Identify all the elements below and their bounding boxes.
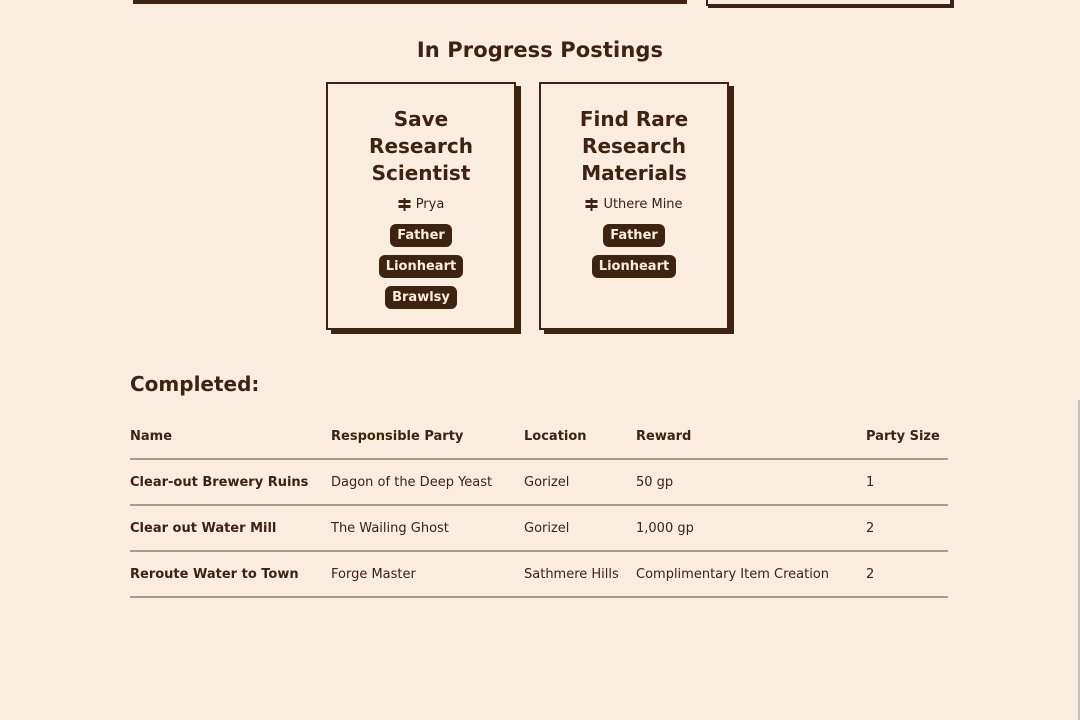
party-tag[interactable]: Brawlsy <box>385 286 457 309</box>
table-row: Reroute Water to Town Forge Master Sathm… <box>130 551 948 598</box>
cell-location: Gorizel <box>524 459 636 506</box>
table-row: Clear out Water Mill The Wailing Ghost G… <box>130 505 948 552</box>
cell-party-size: 2 <box>866 505 948 552</box>
posting-card-location: Uthere Mine <box>541 197 727 212</box>
cell-name: Reroute Water to Town <box>130 551 331 598</box>
cell-location: Gorizel <box>524 505 636 552</box>
completed-heading: Completed: <box>130 372 260 396</box>
posting-card-location: Prya <box>328 197 514 212</box>
cell-party-size: 2 <box>866 551 948 598</box>
column-header-responsible-party: Responsible Party <box>331 414 524 460</box>
page: In Progress Postings Save Research Scien… <box>0 0 1080 720</box>
previous-section-bottom-edge <box>133 0 687 4</box>
cell-reward: 1,000 gp <box>636 505 866 552</box>
cell-responsible-party: Dagon of the Deep Yeast <box>331 459 524 506</box>
party-tags: Father Lionheart Brawlsy <box>328 224 514 309</box>
posting-card-title: Save Research Scientist <box>369 107 473 185</box>
posting-card-save-research-scientist[interactable]: Save Research Scientist Prya Father Lion… <box>326 82 516 330</box>
table-header-row: Name Responsible Party Location Reward P… <box>130 414 948 460</box>
cell-reward: 50 gp <box>636 459 866 506</box>
cell-party-size: 1 <box>866 459 948 506</box>
column-header-location: Location <box>524 414 636 460</box>
party-tag[interactable]: Lionheart <box>591 255 677 278</box>
cell-location: Sathmere Hills <box>524 551 636 598</box>
previous-card-bottom-edge <box>706 0 952 6</box>
party-tag[interactable]: Father <box>390 224 452 247</box>
posting-card-location-label: Uthere Mine <box>603 197 683 212</box>
in-progress-heading: In Progress Postings <box>416 38 664 62</box>
column-header-reward: Reward <box>636 414 866 460</box>
cell-name: Clear-out Brewery Ruins <box>130 459 331 506</box>
cell-name: Clear out Water Mill <box>130 505 331 552</box>
signpost-icon <box>585 198 598 211</box>
posting-card-title: Find Rare Research Materials <box>579 107 689 185</box>
cell-reward: Complimentary Item Creation <box>636 551 866 598</box>
cell-responsible-party: Forge Master <box>331 551 524 598</box>
completed-table: Name Responsible Party Location Reward P… <box>130 414 948 598</box>
posting-card-find-rare-research-materials[interactable]: Find Rare Research Materials Uthere Mine… <box>539 82 729 330</box>
party-tag[interactable]: Lionheart <box>378 255 464 278</box>
table-row: Clear-out Brewery Ruins Dagon of the Dee… <box>130 459 948 506</box>
party-tag[interactable]: Father <box>603 224 665 247</box>
column-header-party-size: Party Size <box>866 414 948 460</box>
posting-card-location-label: Prya <box>415 197 445 212</box>
cell-responsible-party: The Wailing Ghost <box>331 505 524 552</box>
signpost-icon <box>398 198 411 211</box>
column-header-name: Name <box>130 414 331 460</box>
party-tags: Father Lionheart <box>541 224 727 278</box>
